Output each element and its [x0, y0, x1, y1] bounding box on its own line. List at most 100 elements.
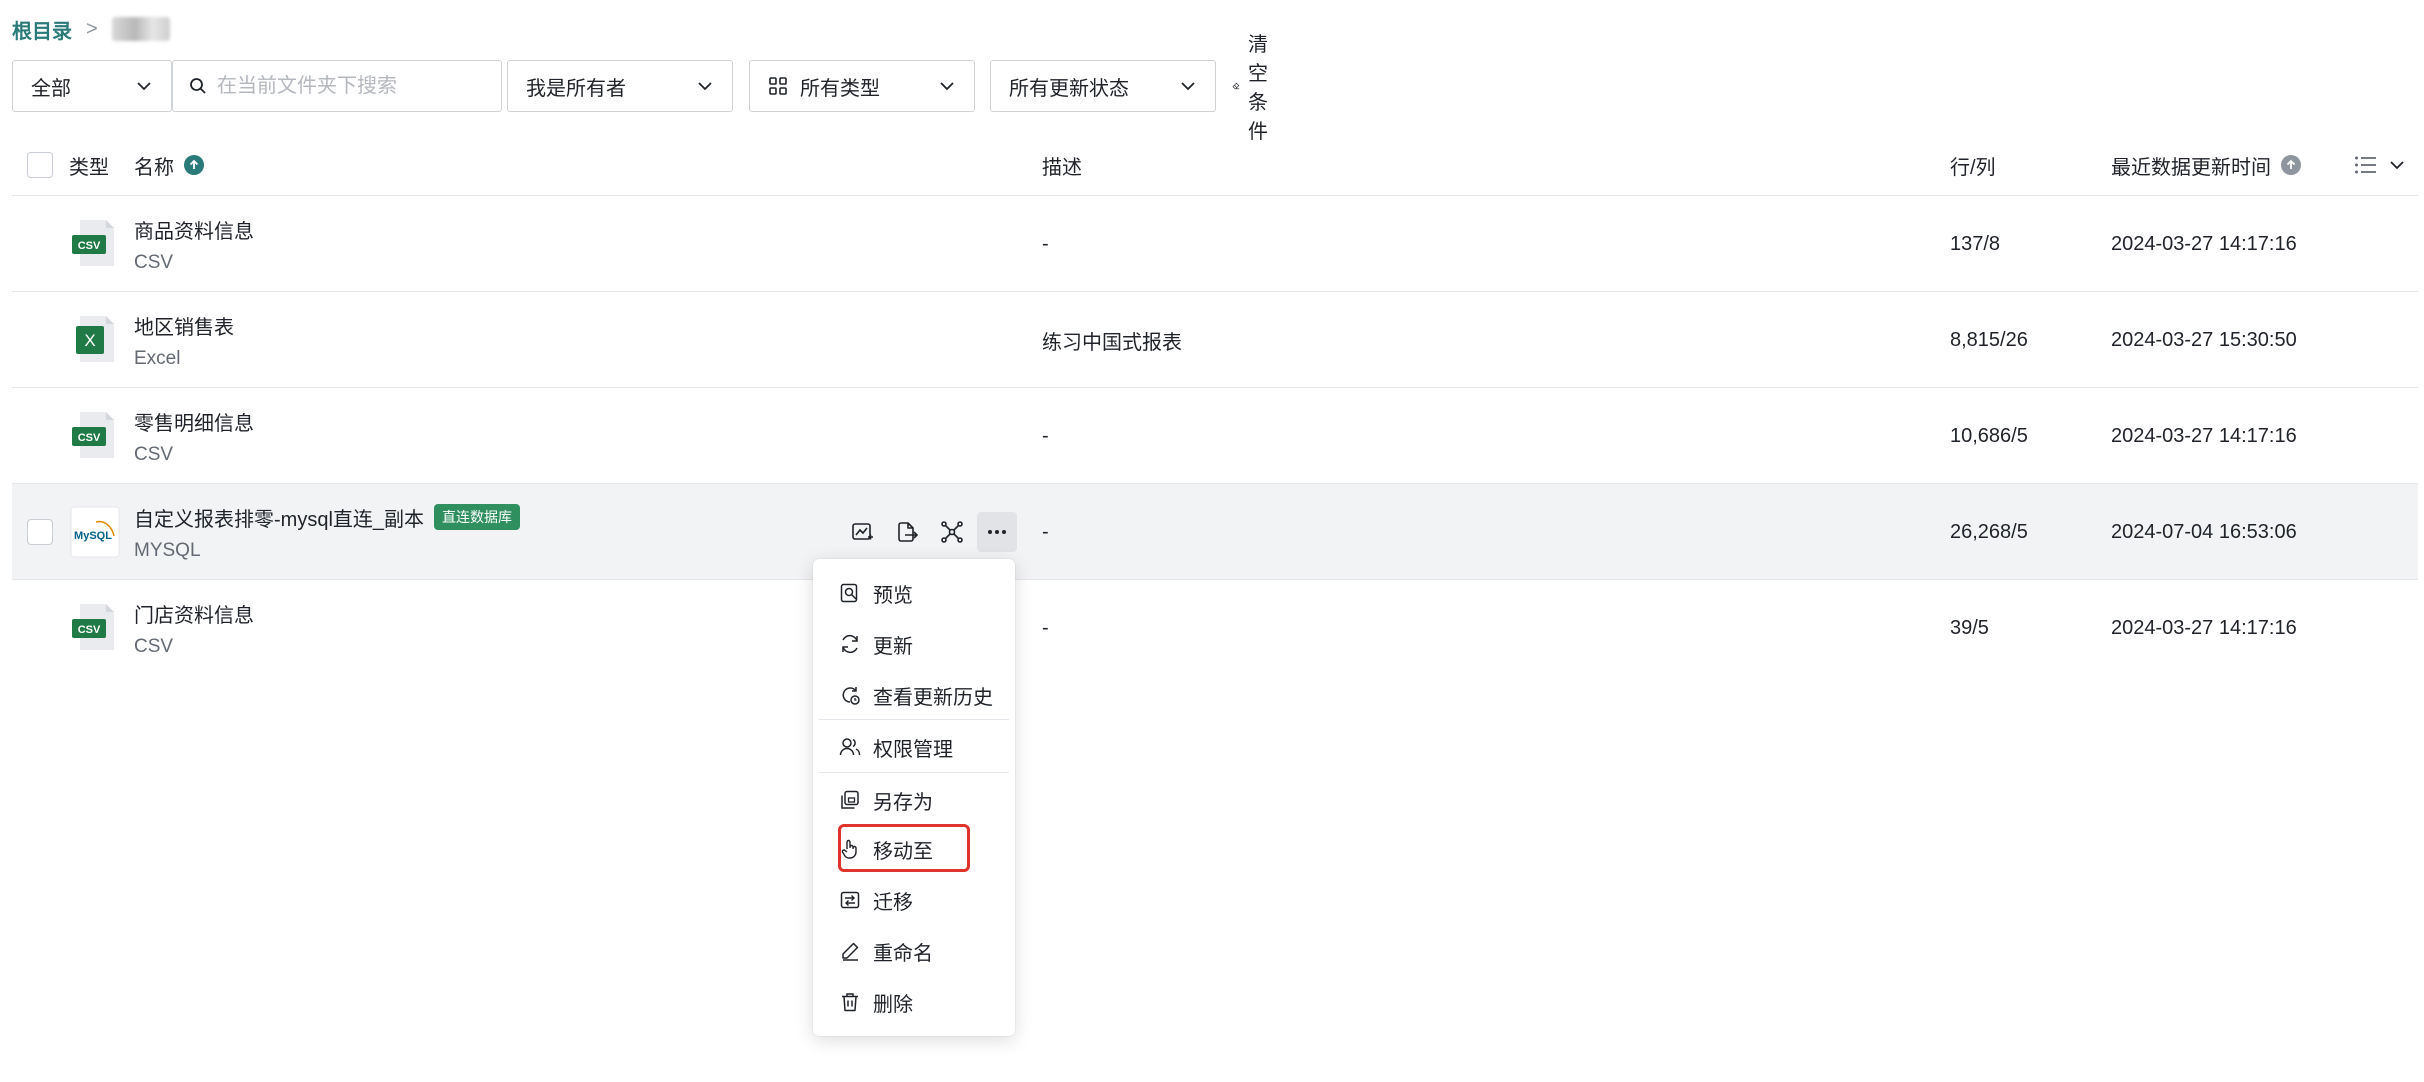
updated-time: 2024-03-27 15:30:50	[2111, 328, 2297, 351]
menu-item-update-history[interactable]: 查看更新历史	[813, 673, 1015, 717]
file-name[interactable]: 商品资料信息	[134, 215, 254, 244]
chart-image-icon	[852, 523, 873, 540]
file-description: -	[1042, 424, 1049, 447]
sort-icon[interactable]	[2281, 155, 2301, 175]
breadcrumb: 根目录 >	[12, 14, 170, 44]
file-name[interactable]: 自定义报表排零-mysql直连_副本	[134, 503, 424, 532]
file-export-icon	[898, 522, 919, 542]
column-settings-button[interactable]	[2354, 134, 2406, 196]
table-row[interactable]: MySQL 自定义报表排零-mysql直连_副本 直连数据库 MYSQL - 2…	[12, 484, 2418, 580]
menu-item-label: 移动至	[873, 840, 933, 863]
excel-file-icon: X	[76, 316, 114, 362]
menu-item-move-to[interactable]: 移动至	[813, 827, 1015, 871]
clear-filters-button[interactable]: 清空条件	[1232, 34, 1280, 143]
file-type: Excel	[134, 347, 181, 369]
menu-divider	[819, 772, 1009, 773]
file-type: MYSQL	[134, 539, 201, 561]
breadcrumb-root-link[interactable]: 根目录	[12, 15, 72, 44]
lineage-icon	[941, 521, 963, 543]
type-select-value: 所有类型	[800, 77, 880, 100]
menu-item-rename[interactable]: 重命名	[813, 929, 1015, 973]
owner-select[interactable]: 我是所有者	[507, 60, 733, 112]
menu-item-label: 预览	[873, 584, 913, 607]
rows-cols-value: 26,268/5	[1950, 520, 2028, 543]
migrate-icon	[840, 891, 860, 909]
svg-text:X: X	[84, 331, 95, 350]
menu-item-label: 重命名	[873, 942, 933, 965]
lineage-button[interactable]	[932, 512, 972, 552]
menu-item-label: 更新	[873, 635, 913, 658]
clear-filters-label: 清空条件	[1248, 34, 1268, 143]
table-row[interactable]: X 地区销售表 Excel 练习中国式报表 8,815/26 2024-03-2…	[12, 292, 2418, 388]
trash-icon	[842, 993, 858, 1012]
updated-time: 2024-07-04 16:53:06	[2111, 520, 2297, 543]
column-name-header[interactable]: 名称	[134, 134, 204, 196]
chevron-down-icon	[698, 82, 712, 91]
select-all-checkbox[interactable]	[27, 152, 53, 178]
chevron-down-icon	[940, 82, 954, 91]
menu-divider	[819, 719, 1009, 720]
file-description: 练习中国式报表	[1042, 331, 1182, 354]
menu-item-delete[interactable]: 删除	[813, 980, 1015, 1024]
rows-cols-value: 39/5	[1950, 616, 1989, 639]
type-select[interactable]: 所有类型	[749, 60, 975, 112]
menu-item-label: 另存为	[873, 791, 933, 814]
menu-item-update[interactable]: 更新	[813, 622, 1015, 666]
search-field[interactable]	[172, 60, 502, 112]
svg-text:CSV: CSV	[78, 240, 101, 252]
file-type: CSV	[134, 635, 174, 657]
table-header: 类型 名称 描述 行/列 最近数据更新时间	[12, 134, 2418, 196]
search-input[interactable]	[217, 74, 477, 98]
menu-item-label: 迁移	[873, 891, 913, 914]
column-description-header: 描述	[1042, 156, 1082, 179]
svg-text:CSV: CSV	[78, 432, 101, 444]
eraser-icon	[1232, 82, 1240, 90]
breadcrumb-separator: >	[86, 17, 98, 40]
create-chart-button[interactable]	[842, 512, 882, 552]
svg-text:MySQL: MySQL	[74, 530, 112, 542]
table-row[interactable]: CSV 商品资料信息 CSV - 137/8 2024-03-27 14:17:…	[12, 196, 2418, 292]
export-button[interactable]	[887, 512, 927, 552]
file-name[interactable]: 门店资料信息	[134, 599, 254, 628]
direct-db-badge: 直连数据库	[434, 504, 521, 530]
file-description: -	[1042, 616, 1049, 639]
scope-select-value: 全部	[31, 77, 71, 100]
mysql-icon: MySQL	[70, 506, 120, 558]
row-actions	[842, 512, 1022, 552]
update-status-select-value: 所有更新状态	[1009, 77, 1129, 100]
menu-item-migrate[interactable]: 迁移	[813, 878, 1015, 922]
rows-cols-value: 137/8	[1950, 232, 2001, 255]
column-updated-label: 最近数据更新时间	[2111, 156, 2271, 179]
file-name[interactable]: 地区销售表	[134, 311, 234, 340]
file-table: 类型 名称 描述 行/列 最近数据更新时间 CSV 商品资料信息 CSV - 1…	[12, 134, 2418, 676]
update-status-select[interactable]: 所有更新状态	[990, 60, 1216, 112]
pencil-icon	[842, 942, 859, 961]
history-icon	[842, 687, 860, 705]
owner-select-value: 我是所有者	[526, 77, 626, 100]
menu-item-label: 权限管理	[873, 738, 953, 761]
menu-item-label: 删除	[873, 993, 913, 1016]
more-actions-button[interactable]	[977, 512, 1017, 552]
svg-text:CSV: CSV	[78, 624, 101, 636]
sort-up-icon[interactable]	[184, 155, 204, 175]
save-as-icon	[841, 790, 859, 809]
rows-cols-value: 8,815/26	[1950, 328, 2028, 351]
file-type: CSV	[134, 443, 174, 465]
column-rows-cols-header: 行/列	[1950, 156, 1996, 179]
file-name[interactable]: 零售明细信息	[134, 407, 254, 436]
chevron-down-icon	[2390, 161, 2404, 170]
table-row[interactable]: CSV 零售明细信息 CSV - 10,686/5 2024-03-27 14:…	[12, 388, 2418, 484]
column-updated-header[interactable]: 最近数据更新时间	[2111, 134, 2301, 196]
row-checkbox[interactable]	[27, 519, 53, 545]
file-type: CSV	[134, 251, 174, 273]
menu-item-permissions[interactable]: 权限管理	[813, 725, 1015, 769]
menu-item-save-as[interactable]: 另存为	[813, 778, 1015, 822]
breadcrumb-current-folder[interactable]	[111, 17, 170, 41]
scope-select[interactable]: 全部	[12, 60, 172, 112]
table-row[interactable]: CSV 门店资料信息 CSV - 39/5 2024-03-27 14:17:1…	[12, 580, 2418, 676]
rows-cols-value: 10,686/5	[1950, 424, 2028, 447]
chevron-down-icon	[137, 82, 151, 91]
column-name-label: 名称	[134, 156, 174, 179]
menu-item-preview[interactable]: 预览	[813, 571, 1015, 615]
menu-item-label: 查看更新历史	[873, 686, 993, 709]
